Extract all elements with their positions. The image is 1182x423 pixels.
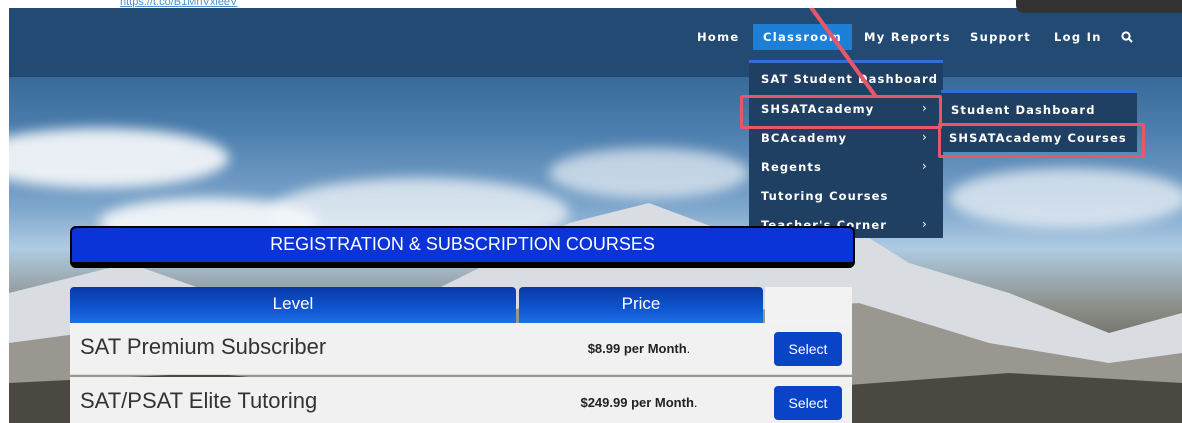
menu-item-tutoring-courses[interactable]: Tutoring Courses bbox=[749, 182, 889, 210]
chevron-right-icon: › bbox=[922, 217, 927, 231]
table-row: SAT/PSAT Elite Tutoring $249.99 per Mont… bbox=[70, 377, 852, 423]
select-button[interactable]: Select bbox=[774, 332, 842, 366]
nav-home[interactable]: Home bbox=[697, 24, 740, 50]
chevron-right-icon: › bbox=[922, 159, 927, 173]
course-name: SAT Premium Subscriber bbox=[80, 334, 327, 359]
menu-item-regents[interactable]: Regents bbox=[749, 153, 822, 181]
submenu-item-student-dashboard[interactable]: Student Dashboard bbox=[943, 96, 1096, 124]
nav-login[interactable]: Log In bbox=[1054, 24, 1102, 50]
menu-item-sat-dashboard[interactable]: SAT Student Dashboard bbox=[749, 65, 938, 93]
chevron-right-icon: › bbox=[922, 101, 927, 115]
chevron-right-icon: › bbox=[922, 130, 927, 144]
select-button[interactable]: Select bbox=[774, 386, 842, 420]
page: https://t.co/B1MnVxleeV Home Classroom M… bbox=[0, 0, 1182, 423]
tweet-link[interactable]: https://t.co/B1MnVxleeV bbox=[120, 0, 237, 8]
classroom-dropdown: SAT Student Dashboard SHSATAcademy › BCA… bbox=[749, 60, 943, 238]
dark-corner-overlay bbox=[1016, 0, 1182, 13]
search-icon[interactable] bbox=[1121, 24, 1133, 50]
nav-my-reports[interactable]: My Reports bbox=[864, 24, 951, 50]
table-row: SAT Premium Subscriber $8.99 per Month. … bbox=[70, 323, 852, 375]
column-header-price: Price bbox=[519, 287, 763, 323]
top-navbar: Home Classroom My Reports Support Log In bbox=[9, 8, 1182, 77]
menu-item-bcacademy[interactable]: BCAcademy bbox=[749, 124, 847, 152]
nav-support[interactable]: Support bbox=[970, 24, 1031, 50]
column-header-level: Level bbox=[70, 287, 516, 323]
course-name: SAT/PSAT Elite Tutoring bbox=[80, 388, 318, 413]
menu-item-shsatacademy[interactable]: SHSATAcademy bbox=[749, 95, 874, 123]
shsat-submenu: Student Dashboard SHSATAcademy Courses bbox=[941, 90, 1137, 152]
course-price: $8.99 per Month. bbox=[587, 341, 691, 356]
submenu-item-shsatacademy-courses[interactable]: SHSATAcademy Courses bbox=[943, 124, 1127, 152]
registration-banner: REGISTRATION & SUBSCRIPTION COURSES bbox=[70, 226, 855, 268]
course-price: $249.99 per Month. bbox=[580, 395, 698, 410]
column-header-blank bbox=[765, 287, 852, 323]
